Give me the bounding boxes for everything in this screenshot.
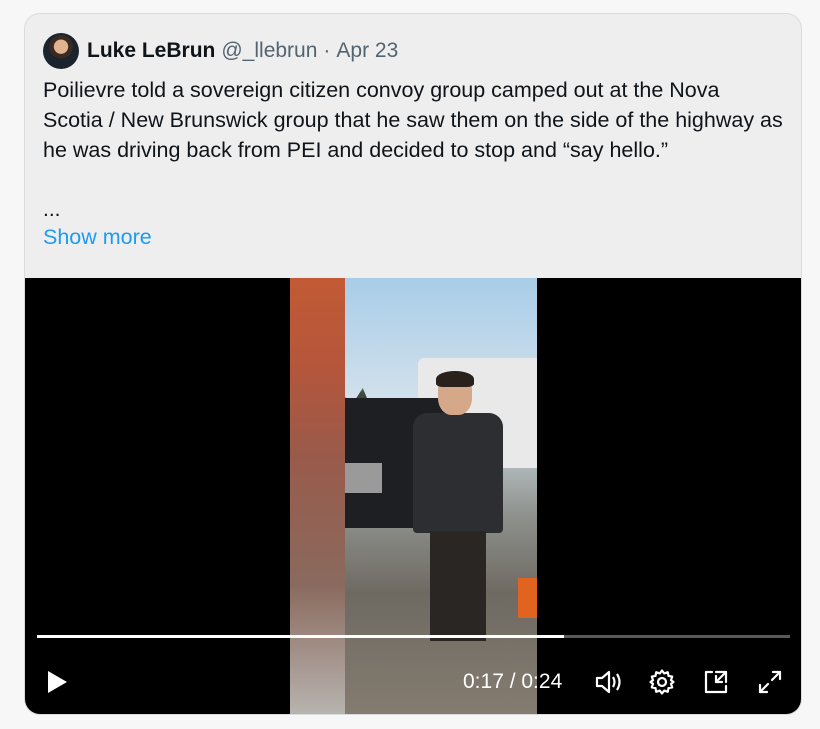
tweet-text: Poilievre told a sovereign citizen convo… bbox=[43, 78, 783, 162]
avatar[interactable] bbox=[43, 33, 79, 69]
video-time: 0:17 / 0:24 bbox=[463, 670, 563, 693]
settings-button[interactable] bbox=[644, 664, 680, 700]
video-controls: 0:17 / 0:24 bbox=[25, 658, 801, 708]
video-progress-fill bbox=[37, 635, 565, 638]
play-icon bbox=[48, 671, 67, 693]
picture-in-picture-icon bbox=[704, 670, 728, 694]
video-frame bbox=[290, 278, 537, 714]
tweet-header: Luke LeBrun @_llebrun · Apr 23 bbox=[43, 32, 398, 70]
show-more-link[interactable]: Show more bbox=[43, 225, 152, 250]
volume-icon bbox=[595, 670, 621, 694]
video-player[interactable]: 0:17 / 0:24 bbox=[25, 278, 801, 714]
play-button[interactable] bbox=[39, 664, 75, 700]
volume-button[interactable] bbox=[591, 664, 627, 700]
video-left-person bbox=[290, 278, 345, 714]
tweet-card[interactable]: Luke LeBrun @_llebrun · Apr 23 Poilievre… bbox=[24, 13, 802, 715]
author-handle[interactable]: @_llebrun bbox=[221, 39, 317, 63]
video-cone bbox=[518, 578, 537, 618]
separator-dot: · bbox=[323, 39, 331, 62]
picture-in-picture-button[interactable] bbox=[698, 664, 734, 700]
video-person bbox=[408, 371, 508, 673]
fullscreen-button[interactable] bbox=[752, 664, 788, 700]
tweet-ellipsis: ... bbox=[43, 198, 61, 221]
video-progress-bar[interactable] bbox=[37, 635, 790, 638]
gear-icon bbox=[649, 669, 675, 695]
tweet-date[interactable]: Apr 23 bbox=[336, 39, 398, 63]
fullscreen-icon bbox=[758, 670, 782, 694]
author-name[interactable]: Luke LeBrun bbox=[87, 39, 215, 63]
